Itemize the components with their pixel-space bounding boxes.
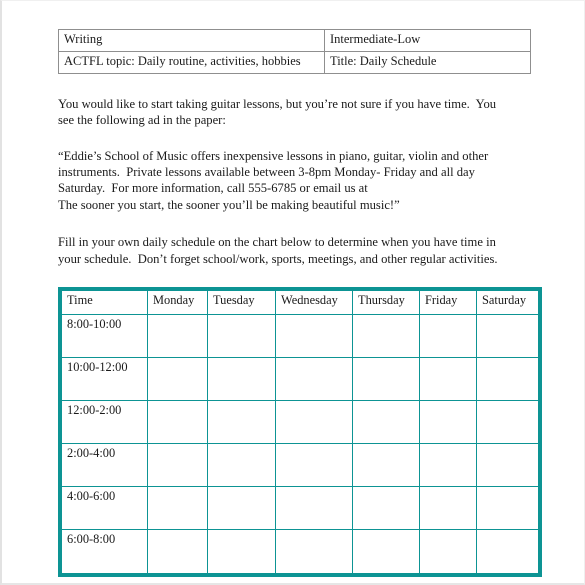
schedule-cell-saturday[interactable] <box>477 400 538 444</box>
schedule-cell-monday[interactable] <box>148 529 208 573</box>
advertisement-paragraph: “Eddie’s School of Music offers inexpens… <box>58 148 522 213</box>
column-header-friday: Friday <box>420 290 477 315</box>
meta-skill-cell: Writing <box>58 29 325 52</box>
ad-line-2: instruments. Private lessons available b… <box>58 165 475 180</box>
time-slot-label: 6:00-8:00 <box>62 529 148 573</box>
schedule-cell-tuesday[interactable] <box>208 529 276 573</box>
document-body: Writing Intermediate-Low ACTFL topic: Da… <box>58 29 542 577</box>
column-header-tuesday: Tuesday <box>208 290 276 315</box>
schedule-cell-monday[interactable] <box>148 357 208 401</box>
schedule-cell-saturday[interactable] <box>477 314 538 358</box>
schedule-cell-wednesday[interactable] <box>276 443 353 487</box>
schedule-header-row: Time Monday Tuesday Wednesday Thursday F… <box>62 290 538 315</box>
meta-topic-cell: ACTFL topic: Daily routine, activities, … <box>58 51 325 74</box>
ad-line-4: The sooner you start, the sooner you’ll … <box>58 197 400 212</box>
schedule-cell-wednesday[interactable] <box>276 529 353 573</box>
instructions-paragraph: Fill in your own daily schedule on the c… <box>58 234 522 267</box>
instructions-line-2: your schedule. Don’t forget school/work,… <box>58 251 498 266</box>
schedule-cell-monday[interactable] <box>148 314 208 358</box>
time-slot-label: 8:00-10:00 <box>62 314 148 358</box>
time-slot-label: 4:00-6:00 <box>62 486 148 530</box>
time-slot-label: 2:00-4:00 <box>62 443 148 487</box>
schedule-cell-tuesday[interactable] <box>208 314 276 358</box>
table-row: 2:00-4:00 <box>62 443 538 487</box>
schedule-cell-thursday[interactable] <box>353 443 420 487</box>
column-header-thursday: Thursday <box>353 290 420 315</box>
intro-line-2: see the following ad in the paper: <box>58 113 226 128</box>
column-header-monday: Monday <box>148 290 208 315</box>
schedule-cell-friday[interactable] <box>420 357 477 401</box>
table-row: Writing Intermediate-Low <box>58 29 531 52</box>
schedule-cell-monday[interactable] <box>148 400 208 444</box>
table-row: 4:00-6:00 <box>62 486 538 530</box>
schedule-cell-wednesday[interactable] <box>276 314 353 358</box>
instructions-line-1: Fill in your own daily schedule on the c… <box>58 235 496 250</box>
schedule-cell-friday[interactable] <box>420 443 477 487</box>
time-slot-label: 10:00-12:00 <box>62 357 148 401</box>
column-header-saturday: Saturday <box>477 290 538 315</box>
worksheet-meta-table: Writing Intermediate-Low ACTFL topic: Da… <box>58 29 531 74</box>
schedule-cell-thursday[interactable] <box>353 486 420 530</box>
schedule-cell-friday[interactable] <box>420 400 477 444</box>
schedule-cell-friday[interactable] <box>420 529 477 573</box>
intro-paragraph: You would like to start taking guitar le… <box>58 96 522 129</box>
column-header-time: Time <box>62 290 148 315</box>
schedule-cell-tuesday[interactable] <box>208 443 276 487</box>
daily-schedule-table: Time Monday Tuesday Wednesday Thursday F… <box>58 286 542 577</box>
schedule-cell-saturday[interactable] <box>477 529 538 573</box>
schedule-cell-tuesday[interactable] <box>208 357 276 401</box>
table-row: ACTFL topic: Daily routine, activities, … <box>58 51 531 74</box>
schedule-cell-saturday[interactable] <box>477 357 538 401</box>
schedule-cell-wednesday[interactable] <box>276 357 353 401</box>
schedule-cell-wednesday[interactable] <box>276 400 353 444</box>
schedule-cell-friday[interactable] <box>420 486 477 530</box>
meta-title-cell: Title: Daily Schedule <box>324 51 531 74</box>
schedule-cell-tuesday[interactable] <box>208 486 276 530</box>
schedule-cell-tuesday[interactable] <box>208 400 276 444</box>
table-row: 12:00-2:00 <box>62 400 538 444</box>
intro-line-1: You would like to start taking guitar le… <box>58 97 497 111</box>
table-row: 8:00-10:00 <box>62 314 538 358</box>
schedule-cell-thursday[interactable] <box>353 357 420 401</box>
schedule-cell-wednesday[interactable] <box>276 486 353 530</box>
table-row: 6:00-8:00 <box>62 529 538 573</box>
schedule-table-container: Time Monday Tuesday Wednesday Thursday F… <box>58 286 542 577</box>
schedule-cell-thursday[interactable] <box>353 400 420 444</box>
schedule-cell-saturday[interactable] <box>477 443 538 487</box>
schedule-cell-thursday[interactable] <box>353 529 420 573</box>
column-header-wednesday: Wednesday <box>276 290 353 315</box>
table-row: 10:00-12:00 <box>62 357 538 401</box>
schedule-cell-monday[interactable] <box>148 443 208 487</box>
time-slot-label: 12:00-2:00 <box>62 400 148 444</box>
schedule-cell-monday[interactable] <box>148 486 208 530</box>
document-page: Writing Intermediate-Low ACTFL topic: Da… <box>0 0 585 585</box>
meta-level-cell: Intermediate-Low <box>324 29 531 52</box>
schedule-cell-friday[interactable] <box>420 314 477 358</box>
schedule-cell-thursday[interactable] <box>353 314 420 358</box>
ad-line-1: “Eddie’s School of Music offers inexpens… <box>58 148 489 163</box>
ad-line-3: Saturday. For more information, call 555… <box>58 181 368 196</box>
schedule-cell-saturday[interactable] <box>477 486 538 530</box>
